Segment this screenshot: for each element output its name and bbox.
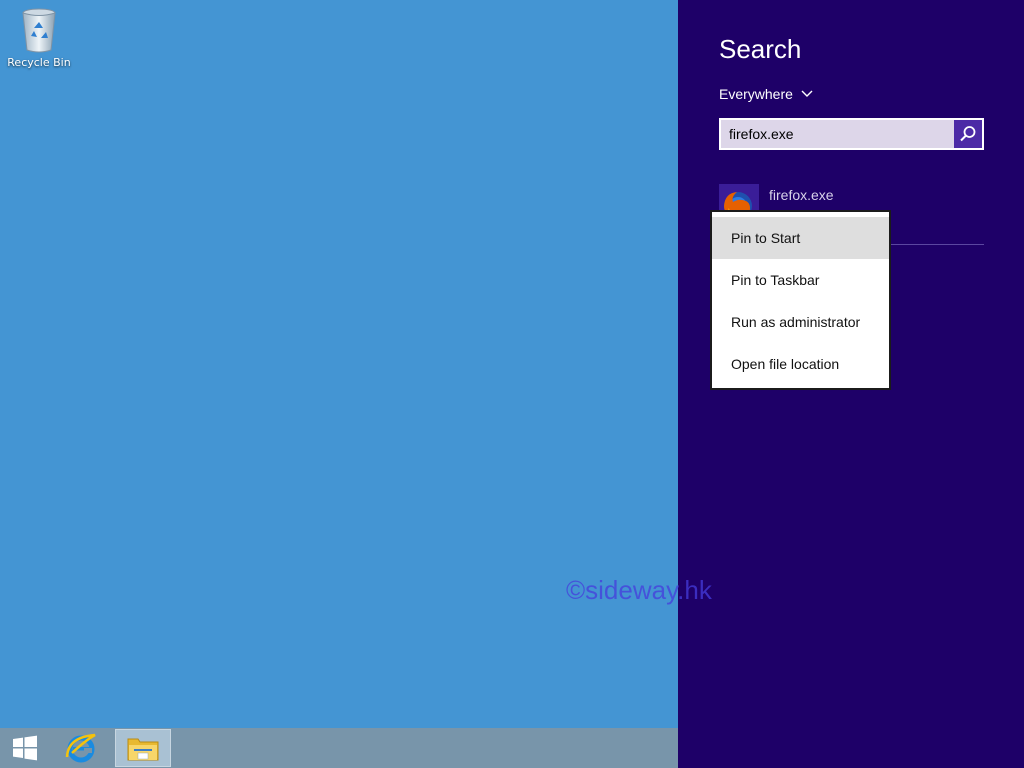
folder-icon xyxy=(127,738,159,761)
search-scope-label: Everywhere xyxy=(719,86,793,102)
desktop: Recycle Bin xyxy=(0,0,678,768)
recycle-bin-shortcut[interactable]: Recycle Bin xyxy=(4,6,74,69)
menu-item-run-as-administrator[interactable]: Run as administrator xyxy=(712,301,889,343)
file-explorer-button[interactable] xyxy=(115,729,171,767)
watermark: ©sideway.hk xyxy=(566,575,712,605)
search-box xyxy=(719,118,984,150)
taskbar xyxy=(0,728,678,768)
search-button[interactable] xyxy=(954,120,982,148)
start-button[interactable] xyxy=(0,729,53,767)
recycle-bin-label: Recycle Bin xyxy=(7,56,71,69)
chevron-down-icon xyxy=(801,90,813,97)
menu-item-open-file-location[interactable]: Open file location xyxy=(712,343,889,385)
recycle-bin-icon xyxy=(22,8,56,53)
menu-item-pin-to-start[interactable]: Pin to Start xyxy=(712,217,889,259)
search-input[interactable] xyxy=(721,119,954,149)
windows-logo-icon xyxy=(13,735,37,761)
context-menu: Pin to Start Pin to Taskbar Run as admin… xyxy=(710,210,891,390)
internet-explorer-button[interactable] xyxy=(53,729,109,767)
result-label: firefox.exe xyxy=(769,187,834,203)
menu-item-pin-to-taskbar[interactable]: Pin to Taskbar xyxy=(712,259,889,301)
search-icon xyxy=(960,126,976,142)
internet-explorer-icon xyxy=(65,733,96,763)
search-scope-dropdown[interactable]: Everywhere xyxy=(719,86,813,102)
charm-title: Search xyxy=(719,34,802,64)
